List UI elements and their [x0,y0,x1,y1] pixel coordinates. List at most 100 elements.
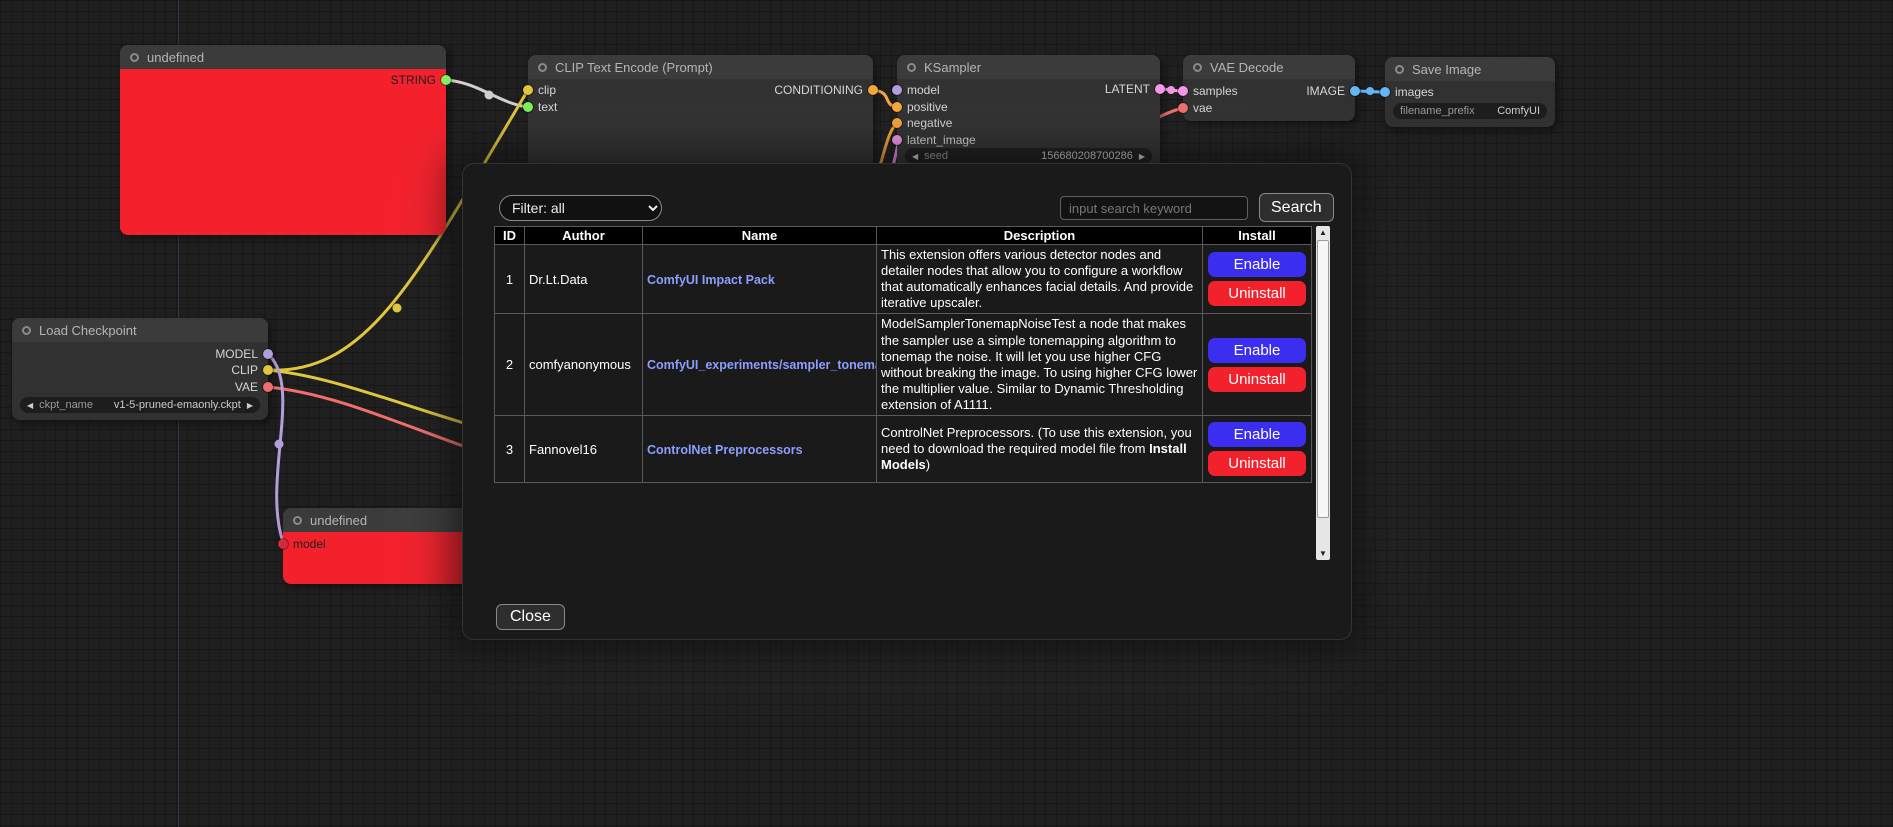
enable-button[interactable]: Enable [1208,338,1306,363]
wire-dot-image [1366,87,1374,95]
output-port-conditioning[interactable] [868,85,878,95]
table-header-row: ID Author Name Description Install [495,227,1312,245]
input-port-vae[interactable] [1178,103,1188,113]
cell-install: Enable Uninstall [1203,245,1312,314]
manager-dialog: Filter: all Search ID Author Name Descri… [462,163,1352,640]
output-port-clip[interactable] [263,365,273,375]
cell-author: comfyanonymous [525,314,643,416]
decrement-arrow-icon[interactable]: ◀ [912,152,918,161]
input-slot-model: model [892,83,940,97]
node-title-bar[interactable]: Save Image [1385,57,1555,81]
enable-button[interactable]: Enable [1208,422,1306,447]
output-slot-string: STRING [391,73,451,87]
input-slot-negative: negative [892,116,952,130]
table-row: 3 Fannovel16 ControlNet Preprocessors Co… [495,416,1312,483]
input-port-latent-image[interactable] [892,135,902,145]
header-install: Install [1203,227,1312,245]
cell-description: ModelSamplerTonemapNoiseTest a node that… [877,314,1203,416]
input-slot-model: model [278,537,326,551]
input-slot-images: images [1380,85,1434,99]
comfyui-canvas[interactable]: undefined STRING CLIP Text Encode (Promp… [0,0,1893,827]
node-error-body [120,69,446,235]
filter-select[interactable]: Filter: all [499,195,662,221]
cell-id: 1 [495,245,525,314]
header-description: Description [877,227,1203,245]
input-port-samples[interactable] [1178,86,1188,96]
decrement-arrow-icon[interactable]: ◀ [27,401,33,410]
input-port-model[interactable] [278,539,288,549]
extension-table: ID Author Name Description Install 1 Dr.… [494,226,1312,483]
node-title-bar[interactable]: undefined [120,45,446,69]
search-button[interactable]: Search [1259,193,1334,222]
node-undefined-top[interactable]: undefined STRING [120,45,446,235]
search-input[interactable] [1060,196,1248,220]
node-title-bar[interactable]: Load Checkpoint [12,318,268,342]
ckpt-name-widget[interactable]: ◀ ckpt_name v1-5-pruned-emaonly.ckpt ▶ [20,397,260,413]
collapse-dot-icon[interactable] [1395,65,1404,74]
input-slot-vae: vae [1178,101,1212,115]
collapse-dot-icon[interactable] [293,516,302,525]
table-scrollbar[interactable]: ▲ ▼ [1316,226,1330,560]
input-port-positive[interactable] [892,102,902,112]
input-port-negative[interactable] [892,118,902,128]
input-slot-clip: clip [523,83,556,97]
input-port-model[interactable] [892,85,902,95]
seed-widget[interactable]: ◀ seed 156680208700286 ▶ [905,148,1152,164]
extension-link[interactable]: ComfyUI Impact Pack [647,273,775,287]
wire-dot-latent [1167,86,1175,94]
output-port-model[interactable] [263,349,273,359]
input-slot-latent-image: latent_image [892,133,976,147]
input-port-images[interactable] [1380,87,1390,97]
table-row: 2 comfyanonymous ComfyUI_experiments/sam… [495,314,1312,416]
input-port-clip[interactable] [523,85,533,95]
uninstall-button[interactable]: Uninstall [1208,281,1306,306]
collapse-dot-icon[interactable] [907,63,916,72]
cell-author: Fannovel16 [525,416,643,483]
output-slot-latent: LATENT [1105,82,1165,96]
increment-arrow-icon[interactable]: ▶ [247,401,253,410]
node-title: undefined [310,513,367,528]
output-port-latent[interactable] [1155,84,1165,94]
collapse-dot-icon[interactable] [538,63,547,72]
extension-link[interactable]: ComfyUI_experiments/sampler_tonemap [647,358,877,372]
node-save-image[interactable]: Save Image images filename_prefix ComfyU… [1385,57,1555,127]
collapse-dot-icon[interactable] [1193,63,1202,72]
output-slot-clip: CLIP [231,363,273,377]
header-name: Name [643,227,877,245]
node-title-bar[interactable]: VAE Decode [1183,55,1355,79]
filename-prefix-widget[interactable]: filename_prefix ComfyUI [1393,103,1547,119]
node-title-bar[interactable]: CLIP Text Encode (Prompt) [528,55,873,79]
input-port-text[interactable] [523,102,533,112]
close-button[interactable]: Close [496,604,565,630]
scroll-down-icon[interactable]: ▼ [1316,547,1330,560]
output-port-image[interactable] [1350,86,1360,96]
output-slot-conditioning: CONDITIONING [774,83,878,97]
output-slot-model: MODEL [215,347,273,361]
extension-table-container[interactable]: ID Author Name Description Install 1 Dr.… [494,226,1330,560]
table-row: 1 Dr.Lt.Data ComfyUI Impact Pack This ex… [495,245,1312,314]
uninstall-button[interactable]: Uninstall [1208,451,1306,476]
cell-description: This extension offers various detector n… [877,245,1203,314]
header-author: Author [525,227,643,245]
node-vae-decode[interactable]: VAE Decode samples vae IMAGE [1183,55,1355,121]
increment-arrow-icon[interactable]: ▶ [1139,152,1145,161]
output-port-vae[interactable] [263,382,273,392]
enable-button[interactable]: Enable [1208,252,1306,277]
node-title: undefined [147,50,204,65]
cell-id: 2 [495,314,525,416]
collapse-dot-icon[interactable] [22,326,31,335]
collapse-dot-icon[interactable] [130,53,139,62]
extension-link[interactable]: ControlNet Preprocessors [647,443,803,457]
uninstall-button[interactable]: Uninstall [1208,367,1306,392]
node-load-checkpoint[interactable]: Load Checkpoint MODEL CLIP VAE ◀ ckpt_na… [12,318,268,420]
scroll-up-icon[interactable]: ▲ [1316,226,1330,239]
output-port-string[interactable] [441,75,451,85]
input-slot-positive: positive [892,100,948,114]
cell-description: ControlNet Preprocessors. (To use this e… [877,416,1203,483]
input-slot-samples: samples [1178,84,1238,98]
wire-dot-string [485,91,494,100]
node-title-bar[interactable]: KSampler [897,55,1160,79]
node-title: Save Image [1412,62,1481,77]
scrollbar-thumb[interactable] [1317,240,1329,518]
node-title: KSampler [924,60,981,75]
